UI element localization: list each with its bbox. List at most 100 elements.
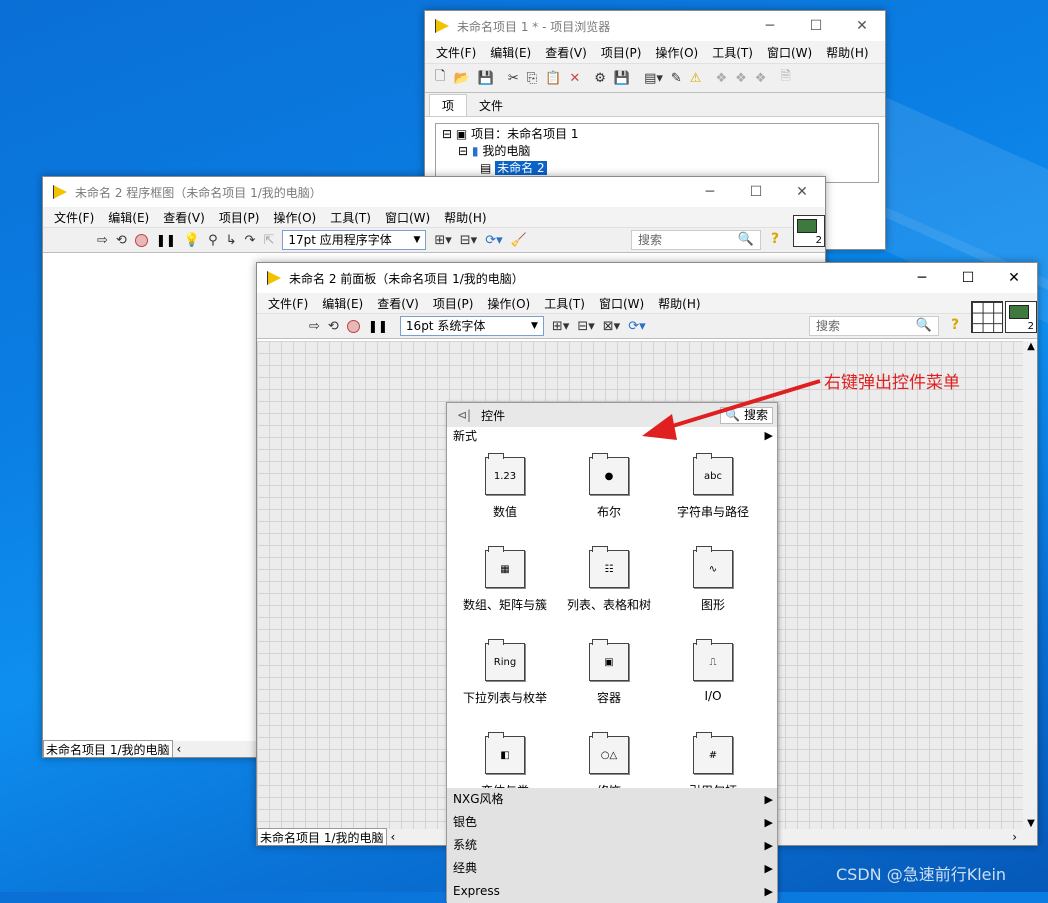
menu-tools[interactable]: 工具(T) xyxy=(537,295,592,312)
search-input[interactable]: 搜索 🔍 xyxy=(631,230,761,250)
menu-operate[interactable]: 操作(O) xyxy=(480,295,537,312)
close-icon[interactable]: ✕ xyxy=(839,11,885,41)
clean-up-icon[interactable]: 🧹 xyxy=(511,233,527,248)
tree-item-vi[interactable]: ▤ 未命名 2 xyxy=(442,160,872,177)
menu-project[interactable]: 项目(P) xyxy=(212,209,267,226)
distribute-objects-icon[interactable]: ⊟▾ xyxy=(577,319,594,334)
retain-wire-values-icon[interactable]: ⚲ xyxy=(208,233,218,248)
tab-items[interactable]: 项 xyxy=(429,94,468,116)
cut-icon[interactable]: ✂ xyxy=(508,71,519,86)
save-icon[interactable]: 💾 xyxy=(614,71,630,86)
pause-icon[interactable]: ❚❚ xyxy=(368,319,388,333)
palette-item[interactable]: abc 字符串与路径 xyxy=(661,453,765,520)
palette-item[interactable]: ∿ 图形 xyxy=(661,546,765,613)
scroll-right-icon[interactable]: › xyxy=(1012,830,1017,844)
run-arrow-icon[interactable]: ⇨ xyxy=(309,319,320,334)
properties-icon[interactable]: ✎ xyxy=(671,71,682,86)
distribute-objects-icon[interactable]: ⊟▾ xyxy=(460,233,477,248)
abort-icon[interactable] xyxy=(346,319,360,333)
vi-icon-pane[interactable]: 2 xyxy=(793,215,825,247)
menu-view[interactable]: 查看(V) xyxy=(156,209,212,226)
abort-icon[interactable] xyxy=(134,233,148,247)
menu-edit[interactable]: 编辑(E) xyxy=(101,209,156,226)
step-out-icon[interactable]: ⇱ xyxy=(263,233,274,248)
menu-window[interactable]: 窗口(W) xyxy=(760,44,819,61)
menu-file[interactable]: 文件(F) xyxy=(261,295,315,312)
pin-icon[interactable]: ⊲| xyxy=(457,408,471,422)
palette-item[interactable]: ▦ 数组、矩阵与簇 xyxy=(453,546,557,613)
align-objects-icon[interactable]: ⊞▾ xyxy=(552,319,569,334)
palette-item[interactable]: ▣ 容器 xyxy=(557,639,661,706)
palette-section[interactable]: 经典 ▶ xyxy=(447,857,777,880)
palette-section[interactable]: 银色 ▶ xyxy=(447,811,777,834)
collapse-icon[interactable]: ⊟ xyxy=(442,127,452,141)
scroll-down-icon[interactable]: ▼ xyxy=(1023,818,1037,829)
front-panel-titlebar[interactable]: 未命名 2 前面板（未命名项目 1/我的电脑） ─ ☐ ✕ xyxy=(257,263,1037,293)
collapse-icon[interactable]: ⊟ xyxy=(458,144,468,158)
palette-search-button[interactable]: 🔍 搜索 xyxy=(720,407,773,424)
font-select[interactable]: 16pt 系统字体 ▼ xyxy=(399,316,544,336)
palette-section[interactable]: 系统 ▶ xyxy=(447,834,777,857)
run-continuously-icon[interactable]: ⟲ xyxy=(116,233,127,248)
tree-item-project[interactable]: ⊟ ▣ 项目：未命名项目 1 xyxy=(442,126,872,143)
history-icon[interactable]: 🗎 xyxy=(780,67,790,89)
maximize-icon[interactable]: ☐ xyxy=(793,11,839,41)
delete-icon[interactable]: ✕ xyxy=(569,71,580,86)
run-continuously-icon[interactable]: ⟲ xyxy=(328,319,339,334)
search-icon[interactable]: 🔍 xyxy=(738,231,754,249)
block-diagram-titlebar[interactable]: 未命名 2 程序框图（未命名项目 1/我的电脑） ─ ☐ ✕ xyxy=(43,177,825,207)
minimize-icon[interactable]: ─ xyxy=(747,11,793,41)
save-all-icon[interactable]: 💾 xyxy=(478,71,494,86)
palette-item[interactable]: ☷ 列表、表格和树 xyxy=(557,546,661,613)
reorder-icon[interactable]: ⟳▾ xyxy=(485,233,502,248)
warning-icon[interactable]: ⚠ xyxy=(690,71,702,86)
menu-help[interactable]: 帮助(H) xyxy=(651,295,707,312)
menu-help[interactable]: 帮助(H) xyxy=(819,44,875,61)
menu-project[interactable]: 项目(P) xyxy=(594,44,649,61)
step-over-icon[interactable]: ↷ xyxy=(245,233,256,248)
maximize-icon[interactable]: ☐ xyxy=(733,177,779,207)
minimize-icon[interactable]: ─ xyxy=(687,177,733,207)
paste-icon[interactable]: 📋 xyxy=(545,71,561,86)
checkout-icon[interactable]: ❖ xyxy=(735,71,747,86)
palette-item[interactable]: Ring 下拉列表与枚举 xyxy=(453,639,557,706)
step-into-icon[interactable]: ↳ xyxy=(226,233,237,248)
scroll-up-icon[interactable]: ▲ xyxy=(1023,341,1037,352)
align-objects-icon[interactable]: ⊞▾ xyxy=(434,233,451,248)
build-icon[interactable]: ⚙ xyxy=(594,71,606,86)
context-help-icon[interactable]: ? xyxy=(771,231,779,247)
resize-objects-icon[interactable]: ⊠▾ xyxy=(603,319,620,334)
menu-tools[interactable]: 工具(T) xyxy=(323,209,378,226)
vi-icon-pane[interactable]: 2 xyxy=(1005,301,1037,333)
menu-view[interactable]: 查看(V) xyxy=(538,44,594,61)
menu-tools[interactable]: 工具(T) xyxy=(705,44,760,61)
menu-help[interactable]: 帮助(H) xyxy=(437,209,493,226)
run-arrow-icon[interactable]: ⇨ xyxy=(97,233,108,248)
maximize-icon[interactable]: ☐ xyxy=(945,263,991,293)
palette-item[interactable]: ● 布尔 xyxy=(557,453,661,520)
close-icon[interactable]: ✕ xyxy=(779,177,825,207)
project-explorer-titlebar[interactable]: 未命名项目 1 * - 项目浏览器 ─ ☐ ✕ xyxy=(425,11,885,41)
pause-icon[interactable]: ❚❚ xyxy=(156,233,176,247)
menu-project[interactable]: 项目(P) xyxy=(426,295,481,312)
new-file-icon[interactable]: 🗋 xyxy=(435,67,445,89)
checkin-icon[interactable]: ❖ xyxy=(755,71,767,86)
connector-pane[interactable] xyxy=(971,301,1003,333)
palette-item[interactable]: 1.23 数值 xyxy=(453,453,557,520)
menu-edit[interactable]: 编辑(E) xyxy=(315,295,370,312)
reorder-icon[interactable]: ⟳▾ xyxy=(628,319,645,334)
menu-view[interactable]: 查看(V) xyxy=(370,295,426,312)
menu-edit[interactable]: 编辑(E) xyxy=(483,44,538,61)
menu-window[interactable]: 窗口(W) xyxy=(592,295,651,312)
copy-icon[interactable]: ⎘ xyxy=(527,71,537,86)
palette-category-modern[interactable]: 新式 ▶ xyxy=(447,427,777,445)
menu-window[interactable]: 窗口(W) xyxy=(378,209,437,226)
palette-item[interactable]: ⎍ I/O xyxy=(661,639,765,706)
scroll-left-icon[interactable]: ‹ xyxy=(391,830,396,844)
context-help-icon[interactable]: ? xyxy=(951,317,959,333)
palette-header[interactable]: ⊲| 控件 🔍 搜索 xyxy=(447,403,777,427)
font-select[interactable]: 17pt 应用程序字体 ▼ xyxy=(282,230,427,250)
open-folder-icon[interactable]: 📂 xyxy=(453,71,469,86)
highlight-execution-icon[interactable]: 💡 xyxy=(184,233,200,248)
vertical-scrollbar[interactable]: ▲ ▼ xyxy=(1023,341,1037,829)
